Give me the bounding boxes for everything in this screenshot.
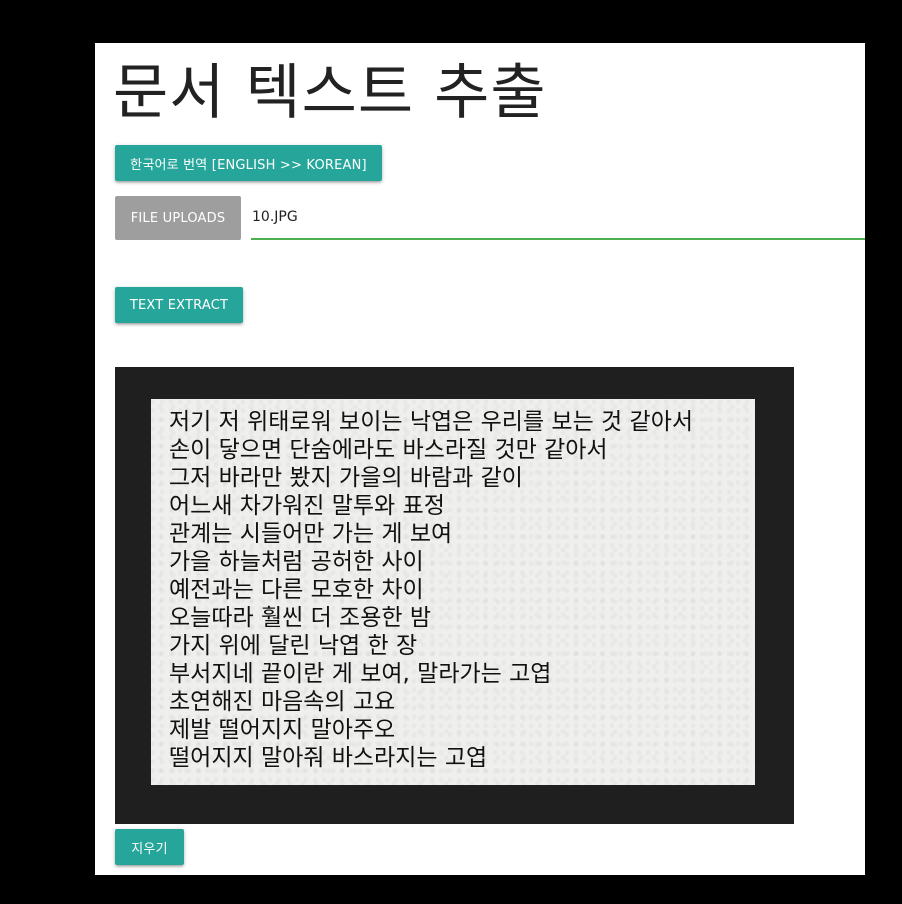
document-line: 손이 닿으면 단숨에라도 바스라질 것만 같아서 <box>169 437 608 463</box>
document-line: 예전과는 다른 모호한 차이 <box>169 577 424 603</box>
document-line: 떨어지지 말아줘 바스라지는 고엽 <box>169 745 488 771</box>
clear-button[interactable]: 지우기 <box>115 829 184 865</box>
document-line: 부서지네 끝이란 게 보여, 말라가는 고엽 <box>169 661 552 687</box>
text-extract-button[interactable]: TEXT EXTRACT <box>115 287 243 323</box>
document-line: 초연해진 마음속의 고요 <box>169 689 396 715</box>
document-line: 가지 위에 달린 낙엽 한 장 <box>169 633 418 659</box>
document-image: 저기 저 위태로워 보이는 낙엽은 우리를 보는 것 같아서 손이 닿으면 단숨… <box>151 399 755 785</box>
page-title: 문서 텍스트 추출 <box>113 58 547 128</box>
document-line: 관계는 시들어만 가는 게 보여 <box>169 521 453 547</box>
image-preview: 저기 저 위태로워 보이는 낙엽은 우리를 보는 것 같아서 손이 닿으면 단숨… <box>115 367 794 824</box>
document-line: 오늘따라 훨씬 더 조용한 밤 <box>169 605 432 631</box>
file-path-field[interactable]: 10.JPG <box>251 196 865 240</box>
translate-button[interactable]: 한국어로 번역 [ENGLISH >> KOREAN] <box>115 145 382 181</box>
document-line: 그저 바라만 봤지 가을의 바람과 같이 <box>169 465 523 491</box>
document-line: 가을 하늘처럼 공허한 사이 <box>169 549 424 575</box>
document-line: 제발 떨어지지 말아주오 <box>169 717 396 743</box>
document-line: 저기 저 위태로워 보이는 낙엽은 우리를 보는 것 같아서 <box>169 409 694 435</box>
document-line: 어느새 차가워진 말투와 표정 <box>169 493 445 519</box>
app-page: 문서 텍스트 추출 한국어로 번역 [ENGLISH >> KOREAN] FI… <box>95 43 865 875</box>
file-name: 10.JPG <box>252 209 298 225</box>
file-upload-button[interactable]: FILE UPLOADS <box>115 196 241 240</box>
